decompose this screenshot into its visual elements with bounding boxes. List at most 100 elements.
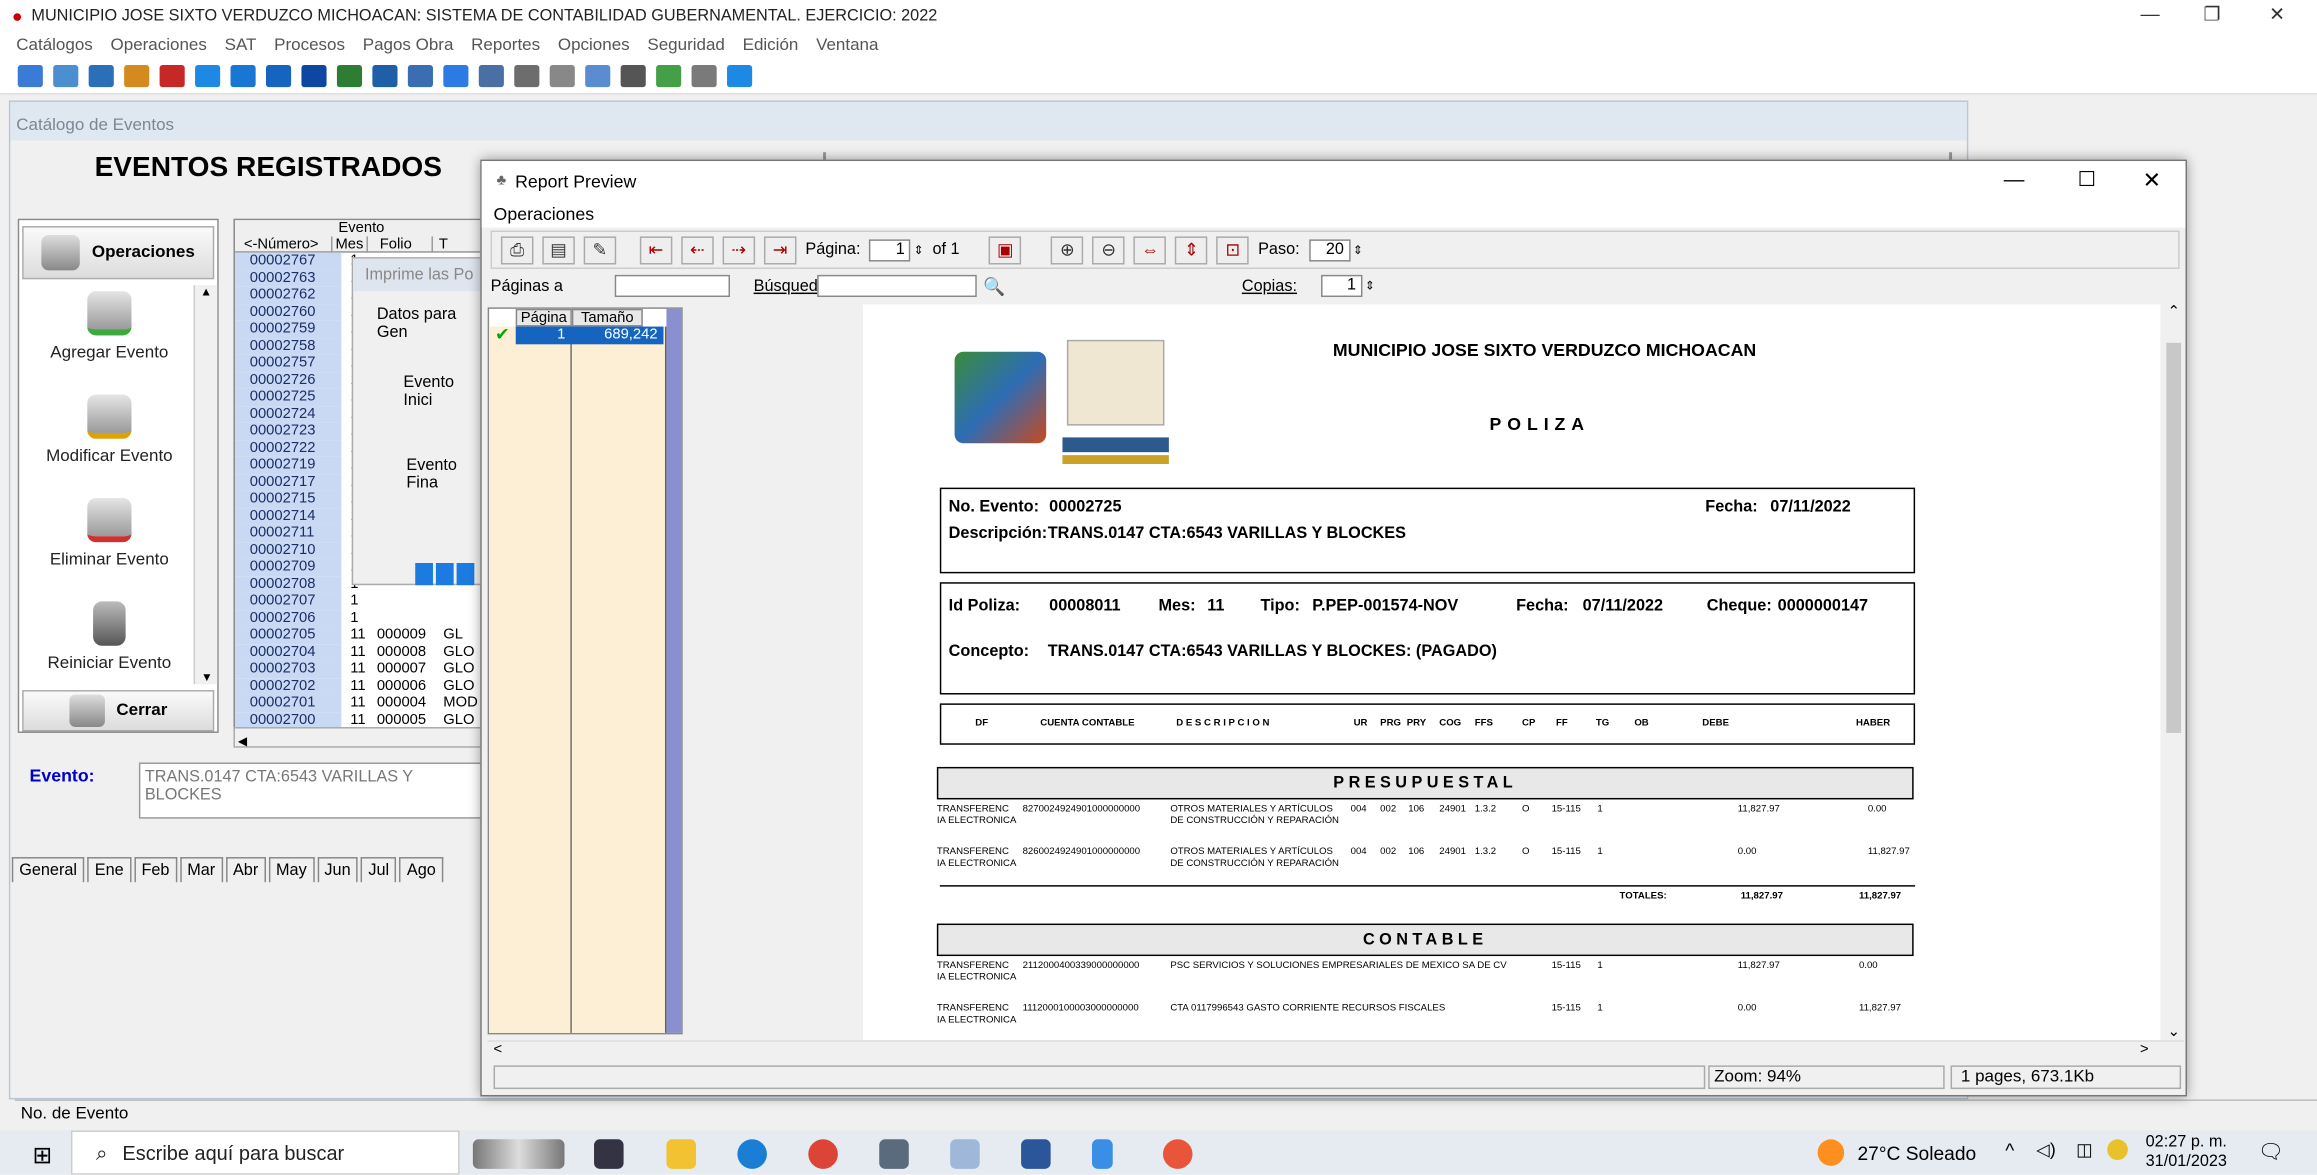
task-view-icon[interactable] — [594, 1139, 624, 1169]
col-numero[interactable]: <-Número> — [235, 236, 333, 253]
table-icon[interactable] — [53, 65, 79, 88]
copies-spinner[interactable]: 1 ⇕ — [1320, 274, 1375, 298]
people-icon[interactable] — [549, 65, 575, 88]
preview-close-button[interactable]: ✕ — [2143, 167, 2162, 193]
table-row[interactable]: 00002706 1 — [234, 609, 480, 627]
book-icon[interactable] — [620, 65, 646, 88]
first-page-icon[interactable]: ⇤ — [639, 235, 673, 264]
step-spinner[interactable]: 20 ⇕ — [1308, 238, 1363, 261]
weather-text[interactable]: 27°C Soleado — [1857, 1142, 1976, 1164]
scale-icon[interactable] — [88, 65, 114, 88]
menu-procesos[interactable]: Procesos — [274, 37, 345, 55]
thumb-scroll-track[interactable] — [666, 308, 682, 1033]
copies-field[interactable]: 1 — [1320, 274, 1362, 298]
menu-catalogos[interactable]: Catálogos — [16, 37, 93, 55]
document-icon[interactable] — [443, 65, 469, 88]
restore-button[interactable]: ❐ — [2196, 3, 2229, 27]
last-page-icon[interactable]: ⇥ — [763, 235, 797, 264]
table-row[interactable]: 00002707 1 — [234, 592, 480, 610]
weather-icon[interactable] — [1817, 1139, 1845, 1166]
minimize-button[interactable]: — — [2134, 3, 2167, 25]
zoom-in-icon[interactable]: ⊕ — [1051, 235, 1084, 264]
table-row[interactable]: 00002705 11 000009 GL — [234, 626, 480, 644]
tab-ene[interactable]: Ene — [87, 857, 132, 883]
word-icon[interactable] — [1021, 1139, 1051, 1169]
operations-scrollbar[interactable]: ▲ ▼ — [193, 285, 218, 685]
bank-icon[interactable] — [265, 65, 292, 88]
menu-sat[interactable]: SAT — [225, 37, 257, 55]
operations-header[interactable]: Operaciones — [22, 226, 215, 280]
page-hscrollbar[interactable]: < > — [487, 1040, 2185, 1061]
database-icon[interactable] — [691, 65, 717, 88]
accounting-app-icon[interactable] — [950, 1139, 980, 1169]
menu-seguridad[interactable]: Seguridad — [647, 37, 724, 55]
menu-pagos-obra[interactable]: Pagos Obra — [363, 37, 454, 55]
tab-ago[interactable]: Ago — [399, 857, 444, 883]
print-setup-icon[interactable]: ▤ — [542, 235, 575, 264]
menu-ventana[interactable]: Ventana — [816, 37, 878, 55]
edge-icon[interactable] — [737, 1139, 767, 1169]
columns-icon[interactable] — [195, 65, 221, 88]
tab-may[interactable]: May — [268, 857, 315, 883]
network-icon[interactable]: ◫ — [2076, 1139, 2093, 1160]
tab-mar[interactable]: Mar — [179, 857, 223, 883]
preview-menu-operaciones[interactable]: Operaciones — [494, 204, 595, 225]
cart-icon[interactable] — [372, 65, 398, 88]
export-icon[interactable]: ✎ — [583, 235, 617, 264]
page-scroll-left-icon[interactable]: < — [494, 1042, 503, 1058]
tab-jun[interactable]: Jun — [317, 857, 359, 883]
menu-opciones[interactable]: Opciones — [558, 37, 630, 55]
calculator-icon[interactable] — [879, 1139, 909, 1169]
table-row[interactable]: 00002703 11 000007 GLO — [234, 660, 480, 678]
envelope-icon[interactable] — [230, 65, 256, 88]
thumb-col-tamano[interactable]: Tamaño — [571, 308, 643, 327]
scroll-up-icon[interactable]: ▲ — [195, 285, 217, 298]
calculator-icon[interactable] — [585, 65, 611, 88]
menu-edicion[interactable]: Edición — [743, 37, 799, 55]
thumb-col-pagina[interactable]: Página — [515, 308, 572, 327]
table-row[interactable]: 00002701 11 000004 MOD — [234, 694, 480, 712]
chrome-icon[interactable] — [808, 1139, 838, 1169]
refresh-icon[interactable] — [656, 65, 682, 88]
step-field[interactable]: 20 — [1308, 238, 1350, 261]
tree-icon[interactable] — [336, 65, 363, 88]
file-explorer-icon[interactable] — [666, 1139, 696, 1169]
preview-maximize-button[interactable]: ☐ — [2078, 167, 2097, 192]
page-spinner[interactable]: 1 ⇕ — [869, 238, 924, 261]
users-icon[interactable] — [514, 65, 540, 88]
modify-event-button[interactable]: Modificar Evento — [22, 394, 196, 465]
scroll-left-icon[interactable]: ◀ — [235, 734, 247, 747]
search-input[interactable] — [817, 274, 978, 298]
search-icon[interactable]: 🔍 — [983, 276, 1005, 297]
prev-page-icon[interactable]: ⇠ — [681, 235, 714, 264]
print-icon[interactable]: ⎙ — [500, 235, 534, 264]
tab-feb[interactable]: Feb — [134, 857, 177, 883]
page-scroll-right-icon[interactable]: > — [2140, 1042, 2149, 1058]
page-height-icon[interactable]: ⇕ — [1175, 235, 1208, 264]
close-catalog-button[interactable]: Cerrar — [22, 690, 215, 732]
menu-operaciones[interactable]: Operaciones — [111, 37, 207, 55]
reset-event-button[interactable]: Reiniciar Evento — [22, 601, 196, 672]
zoom-out-icon[interactable]: ⊖ — [1092, 235, 1126, 264]
money-icon[interactable] — [159, 65, 185, 88]
add-event-button[interactable]: Agregar Evento — [22, 291, 196, 362]
tab-abr[interactable]: Abr — [225, 857, 266, 883]
table-row[interactable]: 00002700 11 000005 GLO — [234, 711, 480, 729]
download-icon[interactable] — [1092, 1139, 1113, 1169]
page-vscrollbar[interactable]: ⌃ ⌄ — [2163, 304, 2185, 1041]
bar-chart-icon[interactable] — [124, 65, 150, 88]
page-scroll-down-icon[interactable]: ⌄ — [2163, 1024, 2184, 1040]
close-button[interactable]: ✕ — [2261, 3, 2294, 27]
report-icon[interactable] — [478, 65, 504, 88]
preview-minimize-button[interactable]: — — [2004, 167, 2025, 191]
page-number-field[interactable]: 1 — [869, 238, 911, 261]
windows-start-icon[interactable]: ⊞ — [33, 1141, 53, 1171]
page-width-icon[interactable]: ⇔ — [1133, 235, 1167, 264]
taskbar-search[interactable]: ⌕ Escribe aquí para buscar — [70, 1130, 460, 1175]
notifications-icon[interactable]: 🗨 — [2258, 1139, 2284, 1164]
table-row[interactable]: 00002704 11 000008 GLO — [234, 643, 480, 661]
col-folio[interactable]: Folio — [368, 236, 433, 253]
table-row[interactable]: 00002702 11 000006 GLO — [234, 677, 480, 695]
col-t[interactable]: T — [433, 236, 448, 252]
page-scroll-thumb[interactable] — [2166, 342, 2182, 733]
